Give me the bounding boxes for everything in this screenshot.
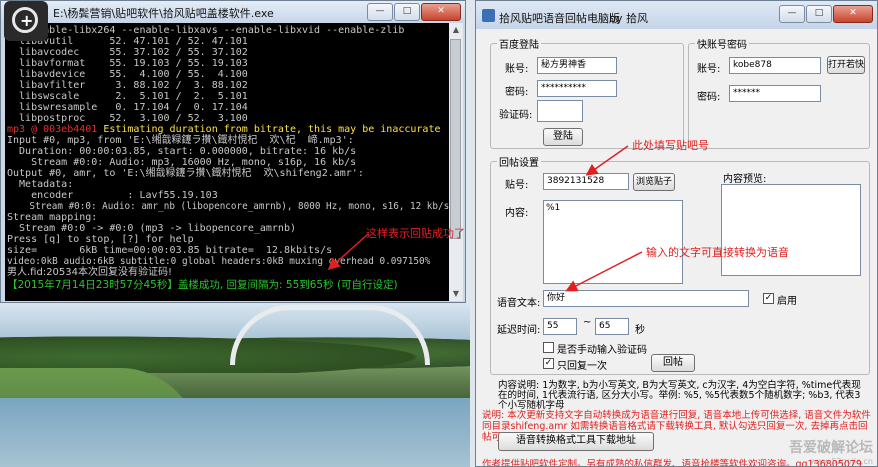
reply-settings-group: 回帖设置 贴号: 3892131528 浏览贴子 内容预览: 内容: %1 语音… [490,154,870,375]
kuai-password-input[interactable]: ****** [729,85,821,102]
app-close-button[interactable]: ✕ [833,5,873,23]
console-line: libswscale 2. 5.101 / 2. 5.101 [7,91,248,102]
console-line: 男人.fid:20534本次回复没有验证码! [7,267,173,278]
voice-text-label: 语音文本: [497,298,541,309]
console-success-annotation: 这样表示回贴成功了 [366,227,465,240]
scroll-up-icon[interactable]: ▲ [449,23,463,37]
manual-captcha-checkbox[interactable] [543,342,554,353]
baidu-password-input[interactable]: ********** [537,80,617,97]
reply-once-checkbox[interactable]: ✓ [543,358,554,369]
browse-post-button[interactable]: 浏览贴子 [633,173,675,191]
delay-separator: ~ [583,317,592,328]
console-scroll-thumb[interactable] [450,39,461,239]
console-window: E:\杨鬓营销\贴吧软件\拾风贴吧盖楼软件.exe — □ ✕ --enable… [0,0,466,303]
app-icon [482,9,495,22]
kuai-account-title: 快账号密码 [695,36,749,51]
reply-once-label: 只回复一次 [557,361,607,372]
post-id-label: 贴号: [505,180,529,191]
console-line: Stream #0:0: Audio: mp3, 16000 Hz, mono,… [7,157,357,168]
baidu-account-input[interactable]: 秘方男神香 [537,57,617,74]
baidu-account-label: 账号: [505,64,529,75]
open-kuai-button[interactable]: 打开若快 [827,56,865,74]
console-warning-prefix: mp3 @ 003eb4401 [7,124,98,135]
kuai-account-label: 账号: [697,64,721,75]
delay-max-input[interactable]: 65 [595,318,629,335]
content-description: 内容说明: 1为数字, b为小写英文, B为大写英文, c为汉字, 4为空白字符… [498,380,861,411]
console-line: libavformat 55. 19.103 / 55. 19.103 [7,58,248,69]
baidu-password-label: 密码: [505,87,529,98]
author-footer: 作者提供贴吧软件定制。另有成熟的私信群发、语音抢楼等软件欢迎咨询。qq13680… [482,459,862,467]
console-line: libavcodec 55. 37.102 / 55. 37.102 [7,47,248,58]
app-logo-icon: + [4,1,48,41]
bridge-image [230,305,430,365]
app-minimize-button[interactable]: — [779,5,805,23]
app-titlebar[interactable]: 拾风贴吧语音回帖电脑版 by 拾风 — □ ✕ [476,1,877,29]
delay-label: 延迟时间: [497,325,541,336]
voice-annotation: 输入的文字可直接转换为语音 [646,246,789,259]
console-line: size= 6kB time=00:00:03.85 bitrate= 12.8… [7,245,333,256]
download-converter-button[interactable]: 语音转换格式工具下载地址 [498,432,654,451]
console-result-line: 【2015年7月14日23时57分45秒】盖楼成功, 回复间隔为: 55到65秒… [7,279,398,291]
delay-unit-label: 秒 [635,325,645,336]
delay-min-input[interactable]: 55 [543,318,577,335]
baidu-captcha-label: 验证码: [499,110,533,121]
console-caption-buttons: — □ ✕ [367,3,461,21]
desktop-wallpaper [0,303,470,467]
voice-text-input[interactable]: 你好 [543,290,749,307]
post-id-input[interactable]: 3892131528 [543,173,629,190]
baidu-login-title: 百度登陆 [497,36,541,51]
console-line: Output #0, amr, to 'E:\缃戠粶鑳ラ攢\鐡村悓杞 欢\shi… [7,168,364,179]
enable-voice-checkbox[interactable]: ✓ [763,293,774,304]
console-line: Stream #0:0: Audio: amr_nb (libopencore_… [7,201,449,212]
content-textarea[interactable]: %1 [543,200,683,284]
console-minimize-button[interactable]: — [367,3,393,21]
app-maximize-button[interactable]: □ [806,5,832,23]
scroll-down-icon[interactable]: ▼ [449,287,463,301]
reply-settings-title: 回帖设置 [497,154,541,169]
reply-button[interactable]: 回帖 [651,354,695,372]
app-author: by 拾风 [609,12,648,25]
kuai-account-input[interactable]: kobe878 [729,57,821,74]
console-line: Stream mapping: [7,212,98,223]
baidu-captcha-input[interactable] [537,100,583,122]
console-warning-line: mp3 @ 003eb4401 Estimating duration from… [7,124,440,135]
app-caption-buttons: — □ ✕ [779,5,873,23]
app-window: 拾风贴吧语音回帖电脑版 by 拾风 — □ ✕ 百度登陆 账号: 秘方男神香 密… [475,0,878,467]
console-line: Press [q] to stop, [?] for help [7,234,194,245]
content-preview-label: 内容预览: [723,174,767,185]
console-line: libavdevice 55. 4.100 / 55. 4.100 [7,69,248,80]
forum-watermark: 吾爱破解论坛 [789,440,873,456]
enable-voice-label: 启用 [777,296,797,307]
console-maximize-button[interactable]: □ [394,3,420,21]
console-close-button[interactable]: ✕ [421,3,461,21]
console-title: E:\杨鬓营销\贴吧软件\拾风贴吧盖楼软件.exe [53,7,274,20]
console-line: libswresample 0. 17.104 / 0. 17.104 [7,102,248,113]
content-preview-area [721,184,861,276]
kuai-password-label: 密码: [697,92,721,103]
baidu-login-button[interactable]: 登陆 [543,128,583,146]
console-line: libpostproc 52. 3.100 / 52. 3.100 [7,113,248,124]
console-titlebar[interactable]: E:\杨鬓营销\贴吧软件\拾风贴吧盖楼软件.exe — □ ✕ [1,1,465,23]
console-scrollbar[interactable]: ▲ ▼ [449,23,463,301]
baidu-login-group: 百度登陆 账号: 秘方男神香 密码: ********** 验证码: 登陆 [490,36,684,149]
console-line: Stream #0:0 -> #0:0 (mp3 -> libopencore_… [7,223,296,234]
console-line: libavfilter 3. 88.102 / 3. 88.102 [7,80,248,91]
console-line: --enable-libx264 --enable-libxavs --enab… [7,25,405,36]
manual-captcha-label: 是否手动输入验证码 [557,345,647,356]
console-output: --enable-libx264 --enable-libxavs --enab… [5,23,449,301]
kuai-account-group: 快账号密码 账号: kobe878 打开若快 密码: ****** [688,36,870,149]
console-line: video:0kB audio:6kB subtitle:0 global he… [7,256,431,267]
console-warning-text: Estimating duration from bitrate, this m… [97,124,441,135]
console-line: Duration: 00:00:03.85, start: 0.000000, … [7,146,357,157]
app-title: 拾风贴吧语音回帖电脑版 [499,12,620,25]
post-id-annotation: 此处填写贴吧号 [632,139,709,152]
console-line: Metadata: [7,179,74,190]
console-line: encoder : Lavf55.19.103 [7,190,218,201]
console-line: Input #0, mp3, from 'E:\缃戠粶鑳ラ攢\鐡村悓杞 欢\杞 … [7,135,354,146]
content-label: 内容: [505,208,529,219]
